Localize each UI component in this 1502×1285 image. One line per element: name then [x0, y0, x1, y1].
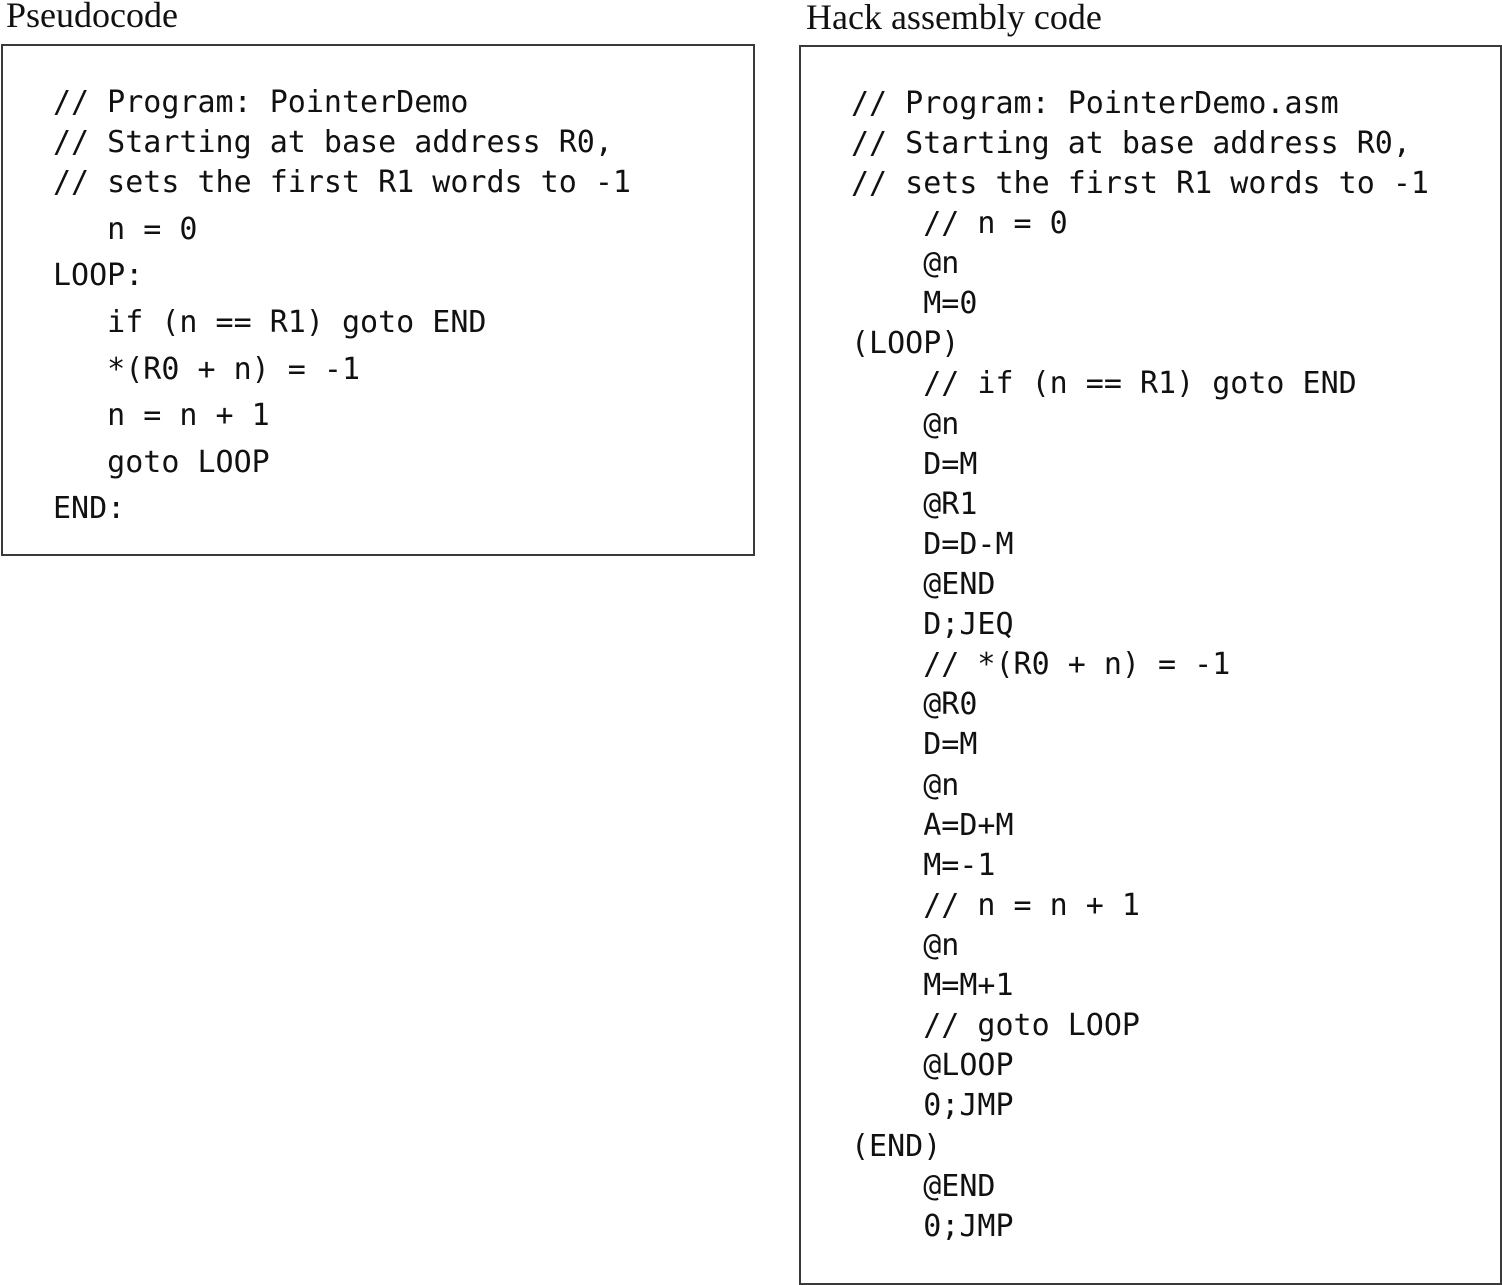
- pseudocode-line: n = 0: [53, 212, 198, 247]
- assembly-line: M=-1: [851, 848, 996, 883]
- assembly-line: 0;JMP: [851, 1088, 1014, 1123]
- assembly-line: D=D-M: [851, 527, 1014, 562]
- assembly-line: // Program: PointerDemo.asm: [851, 86, 1339, 121]
- assembly-line: @n: [851, 768, 960, 803]
- assembly-line: @LOOP: [851, 1048, 1014, 1083]
- assembly-title: Hack assembly code: [806, 0, 1102, 37]
- pseudocode-title: Pseudocode: [6, 0, 178, 35]
- assembly-line: // *(R0 + n) = -1: [851, 647, 1231, 682]
- pseudocode-line: // Starting at base address R0,: [53, 125, 613, 160]
- assembly-line: // Starting at base address R0,: [851, 126, 1411, 161]
- assembly-line: // n = n + 1: [851, 888, 1140, 923]
- assembly-line: @n: [851, 928, 960, 963]
- assembly-line: @END: [851, 567, 996, 602]
- assembly-line: @n: [851, 407, 960, 442]
- assembly-line: D;JEQ: [851, 607, 1014, 642]
- assembly-line: @END: [851, 1169, 996, 1204]
- pseudocode-line: if (n == R1) goto END: [53, 305, 487, 340]
- assembly-box: // Program: PointerDemo.asm // Starting …: [799, 45, 1502, 1285]
- assembly-line: A=D+M: [851, 808, 1014, 843]
- assembly-line: M=M+1: [851, 968, 1014, 1003]
- assembly-line: M=0: [851, 286, 978, 321]
- assembly-line: D=M: [851, 727, 978, 762]
- assembly-line: D=M: [851, 447, 978, 482]
- assembly-line: 0;JMP: [851, 1209, 1014, 1244]
- pseudocode-box: // Program: PointerDemo // Starting at b…: [1, 44, 755, 556]
- pseudocode-line: LOOP:: [53, 258, 144, 293]
- assembly-line: // if (n == R1) goto END: [851, 366, 1357, 401]
- assembly-line: @R0: [851, 687, 978, 722]
- assembly-line: // sets the first R1 words to -1: [851, 166, 1429, 201]
- assembly-line: (LOOP): [851, 326, 960, 361]
- assembly-line: @n: [851, 246, 960, 281]
- assembly-line: // goto LOOP: [851, 1008, 1140, 1043]
- assembly-line: @R1: [851, 487, 978, 522]
- assembly-line: (END): [851, 1129, 942, 1164]
- pseudocode-line: goto LOOP: [53, 445, 270, 480]
- pseudocode-line: *(R0 + n) = -1: [53, 352, 361, 387]
- pseudocode-line: // sets the first R1 words to -1: [53, 165, 631, 200]
- pseudocode-line: n = n + 1: [53, 398, 270, 433]
- pseudocode-line: END:: [53, 491, 126, 526]
- assembly-line: // n = 0: [851, 206, 1068, 241]
- pseudocode-line: // Program: PointerDemo: [53, 85, 469, 120]
